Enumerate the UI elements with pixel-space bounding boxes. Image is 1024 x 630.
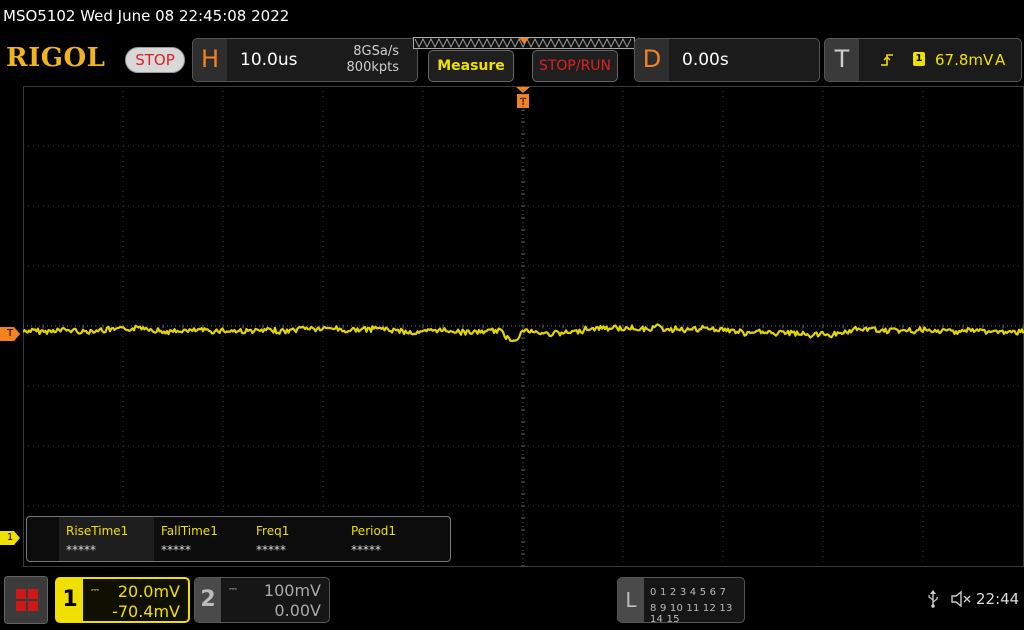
- measurement-panel[interactable]: RiseTime1 ***** FallTime1 ***** Freq1 **…: [26, 516, 451, 562]
- channel-2-scale: 100mV: [263, 581, 321, 600]
- measurement-item[interactable]: RiseTime1 *****: [59, 517, 154, 561]
- bottom-status-bar: 1 ⎓ 20.0mV -70.4mV 2 ⎓ 100mV 0.00V L 0 1…: [0, 570, 1024, 630]
- dc-coupling-icon: ⎓: [91, 585, 99, 596]
- memory-position-strip[interactable]: [413, 37, 635, 49]
- memory-depth: 800kpts: [346, 60, 399, 75]
- channel-1-scale: 20.0mV: [117, 582, 180, 601]
- channel-2-offset: 0.00V: [274, 601, 321, 620]
- measurement-label: Freq1: [256, 524, 290, 538]
- delay-panel[interactable]: D 0.00s: [634, 38, 820, 82]
- rising-edge-icon: [881, 54, 893, 66]
- measurement-label: Period1: [351, 524, 397, 538]
- stop-run-button[interactable]: STOP/RUN: [532, 50, 618, 82]
- dc-coupling-icon: ⎓: [229, 584, 237, 595]
- measurement-value: *****: [161, 543, 191, 557]
- measure-button[interactable]: Measure: [428, 50, 514, 82]
- measurement-item[interactable]: Period1 *****: [344, 517, 439, 561]
- channel-1-label: 1: [57, 579, 83, 621]
- waveform-display[interactable]: [23, 86, 1024, 567]
- channel-2-settings: 100mV 0.00V: [264, 581, 321, 621]
- measurement-item[interactable]: Freq1 *****: [249, 517, 344, 561]
- digital-channels-row-2: 8 9 10 11 12 13 14 15: [650, 603, 733, 625]
- menu-grid-icon-part: [28, 601, 38, 611]
- menu-grid-icon-part: [16, 601, 26, 611]
- delay-letter: D: [635, 39, 669, 81]
- title-bar: MSO5102 Wed June 08 22:45:08 2022: [0, 0, 1024, 34]
- measurement-value: *****: [256, 543, 286, 557]
- channel-1-offset: -70.4mV: [112, 602, 180, 621]
- measurement-label: FallTime1: [161, 524, 218, 538]
- usb-icon: [928, 590, 938, 608]
- logic-analyzer-panel[interactable]: L 0 1 2 3 4 5 6 7 8 9 10 11 12 13 14 15: [617, 577, 745, 625]
- ch1-offset-marker[interactable]: 1: [0, 531, 20, 545]
- horizontal-panel[interactable]: H 10.0us 8GSa/s 800kpts: [192, 38, 418, 82]
- model-datetime: MSO5102 Wed June 08 22:45:08 2022: [3, 7, 290, 25]
- measurement-item[interactable]: FallTime1 *****: [154, 517, 249, 561]
- sample-rate: 8GSa/s: [353, 44, 399, 59]
- digital-channels-row-1: 0 1 2 3 4 5 6 7: [650, 587, 727, 598]
- trigger-letter: T: [825, 39, 859, 81]
- clock: 22:44: [976, 590, 1020, 608]
- channel-2-label: 2: [195, 578, 221, 622]
- run-state-badge[interactable]: STOP: [125, 47, 185, 73]
- measurement-label: RiseTime1: [66, 524, 129, 538]
- timebase-value: 10.0us: [240, 50, 298, 70]
- trigger-source-badge: 1: [913, 52, 925, 66]
- delay-value: 0.00s: [682, 50, 729, 70]
- trigger-mode: A: [995, 51, 1006, 69]
- measurement-value: *****: [351, 543, 381, 557]
- menu-grid-icon: [16, 589, 26, 599]
- trigger-level-marker[interactable]: T: [0, 327, 20, 341]
- speaker-muted-icon[interactable]: [950, 589, 972, 609]
- main-menu-button[interactable]: [4, 576, 48, 624]
- channel-2-panel[interactable]: 2 ⎓ 100mV 0.00V: [194, 577, 330, 623]
- top-toolbar: RIGOL STOP H 10.0us 8GSa/s 800kpts Measu…: [0, 34, 1024, 86]
- channel-1-settings: 20.0mV -70.4mV: [112, 582, 180, 622]
- trigger-panel[interactable]: T 1 67.8mV A: [824, 38, 1022, 82]
- horizontal-letter: H: [193, 39, 227, 81]
- sample-info: 8GSa/s 800kpts: [347, 44, 399, 76]
- measurement-value: *****: [66, 543, 96, 557]
- logic-analyzer-letter: L: [618, 578, 644, 622]
- channel-1-panel[interactable]: 1 ⎓ 20.0mV -70.4mV: [55, 577, 190, 623]
- trigger-level: 67.8mV: [935, 51, 994, 69]
- menu-grid-icon-part: [28, 589, 38, 599]
- rigol-logo: RIGOL: [6, 43, 106, 73]
